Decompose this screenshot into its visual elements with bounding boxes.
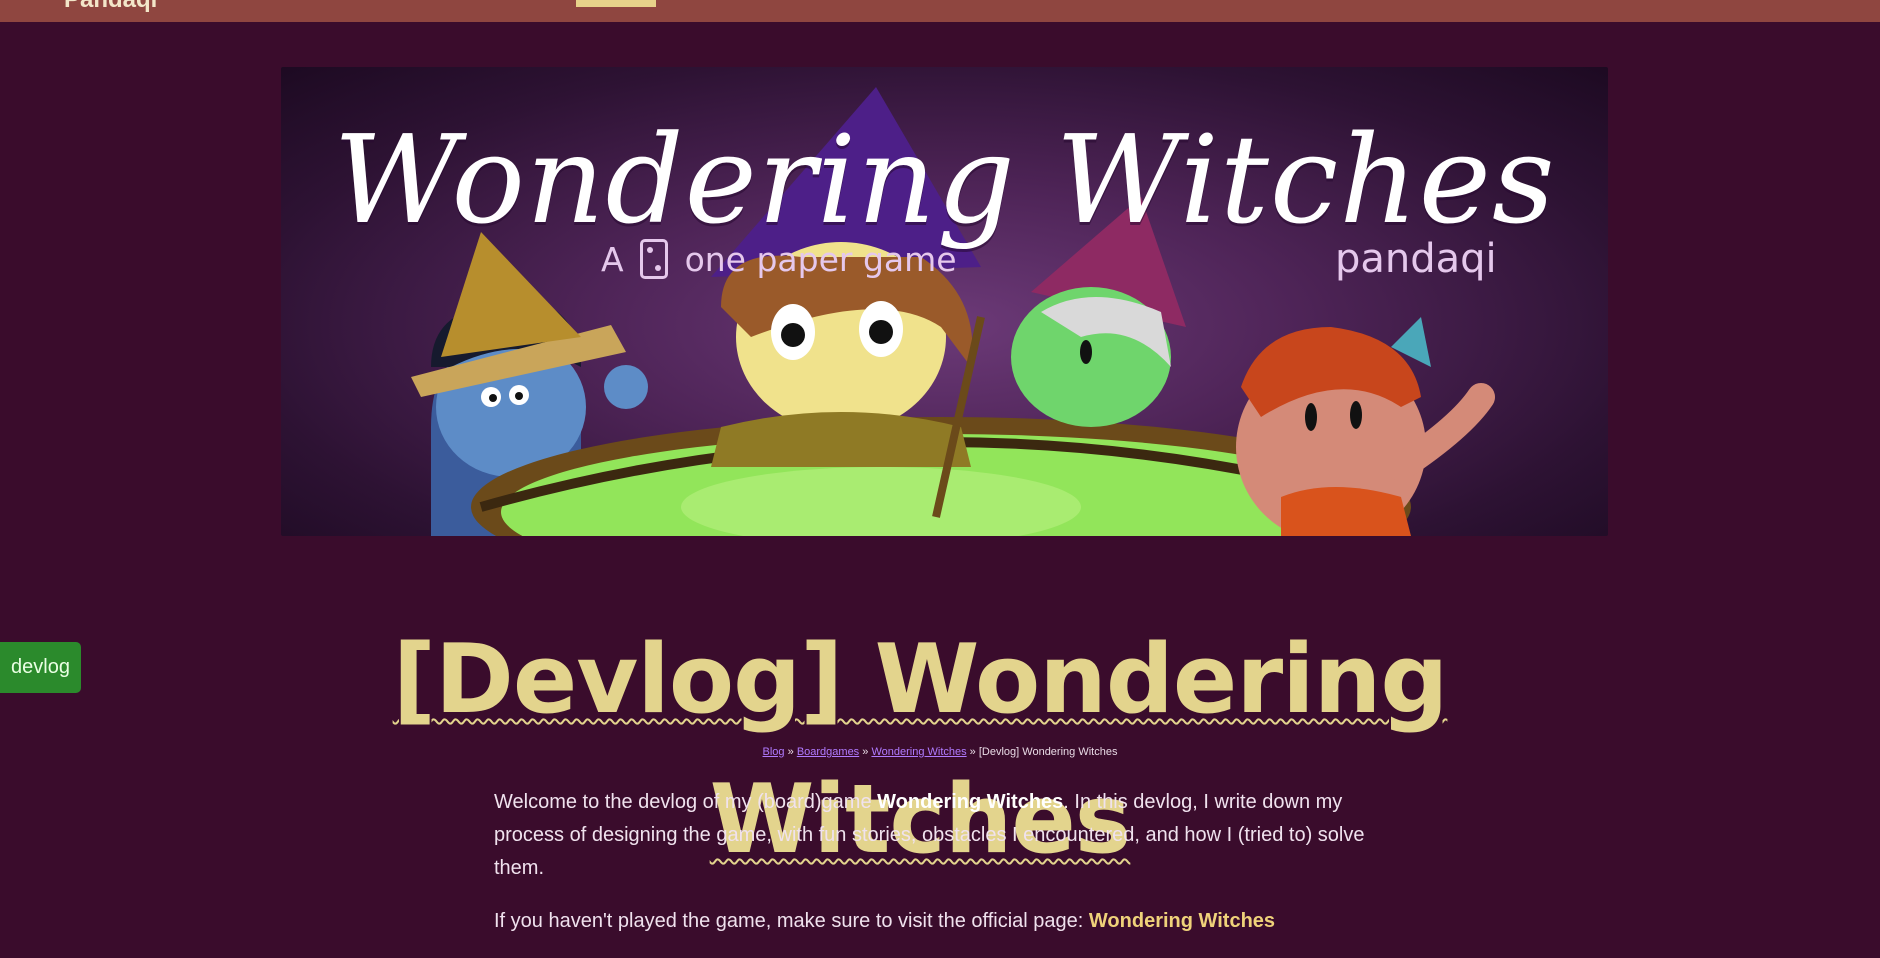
official-page-link[interactable]: Wondering Witches	[1089, 910, 1275, 932]
breadcrumb-separator: »	[969, 746, 976, 758]
visit-paragraph: If you haven't played the game, make sur…	[494, 905, 1414, 938]
breadcrumb-separator: »	[787, 746, 794, 758]
dice-icon	[640, 239, 669, 279]
hero-brand: pandaqi	[1335, 236, 1497, 282]
hero-banner-image: Wondering Witches A one paper game panda…	[281, 67, 1608, 536]
breadcrumb: Blog » Boardgames » Wondering Witches » …	[0, 746, 1880, 758]
orange-witch-figure	[1236, 317, 1495, 536]
top-navigation-bar: Pandaqi	[0, 0, 1880, 22]
tagline-prefix: A	[601, 240, 624, 279]
breadcrumb-link-boardgames[interactable]: Boardgames	[797, 746, 859, 758]
hero-tagline: A one paper game	[601, 239, 957, 280]
breadcrumb-link-blog[interactable]: Blog	[763, 746, 785, 758]
article-content: Welcome to the devlog of my (board)game …	[494, 786, 1414, 958]
intro-game-name: Wondering Witches	[877, 791, 1064, 813]
intro-paragraph: Welcome to the devlog of my (board)game …	[494, 786, 1414, 885]
intro-text-start: Welcome to the devlog of my (board)game	[494, 791, 878, 813]
breadcrumb-separator: »	[862, 746, 869, 758]
hero-title: Wondering Witches	[333, 109, 1556, 251]
devlog-tag[interactable]: devlog	[0, 642, 81, 693]
nav-button[interactable]	[576, 0, 656, 7]
breadcrumb-link-wondering-witches[interactable]: Wondering Witches	[871, 746, 966, 758]
tagline-text: one paper game	[684, 240, 957, 279]
breadcrumb-current: [Devlog] Wondering Witches	[978, 746, 1118, 758]
visit-text: If you haven't played the game, make sur…	[494, 910, 1089, 932]
site-logo[interactable]: Pandaqi	[64, 0, 157, 14]
